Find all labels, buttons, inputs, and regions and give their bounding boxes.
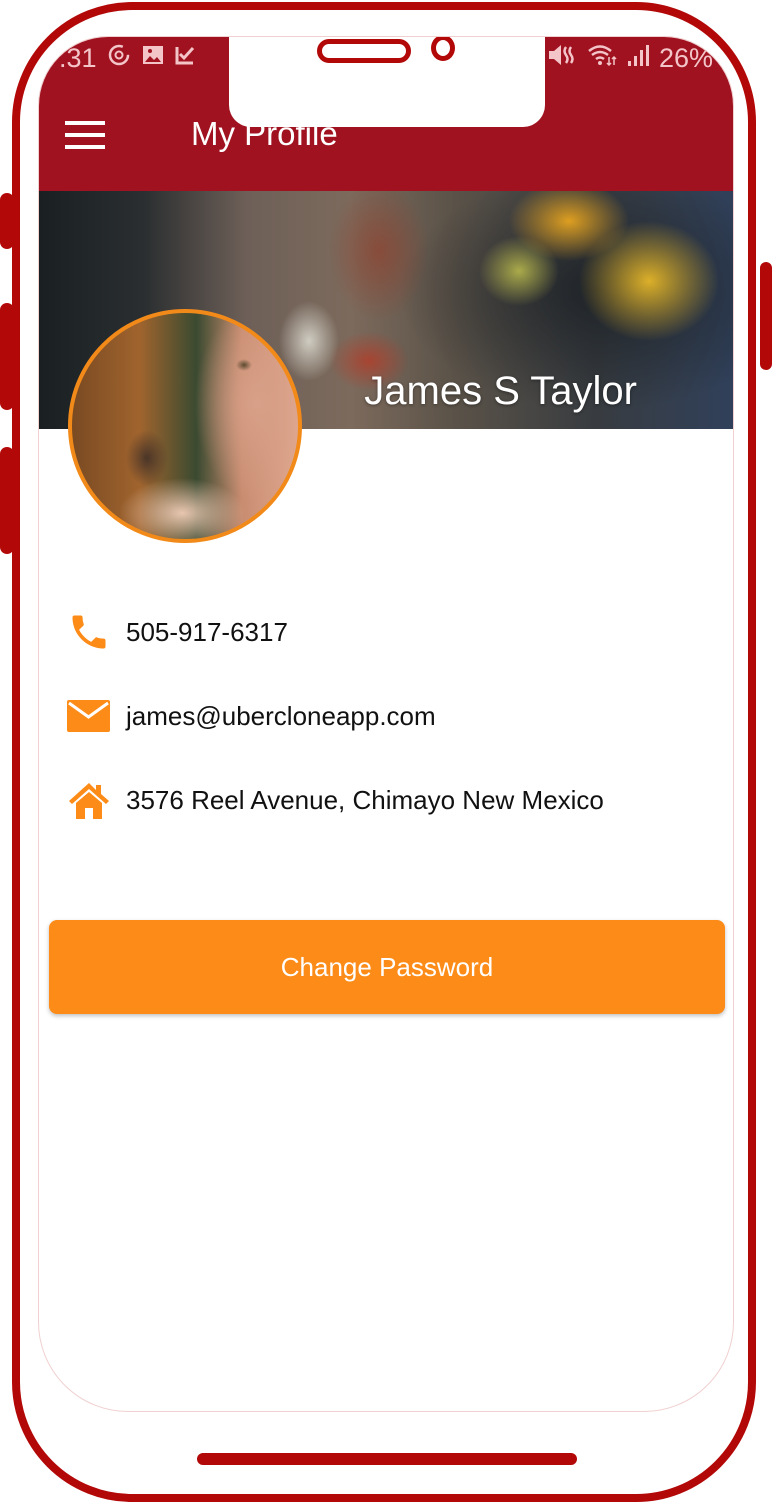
phone-icon — [67, 609, 113, 655]
address: 3576 Reel Avenue, Chimayo New Mexico — [126, 784, 604, 815]
mute-icon — [547, 43, 577, 74]
home-indicator[interactable] — [197, 1453, 577, 1465]
side-button-1 — [0, 193, 14, 249]
email-address: james@ubercloneapp.com — [126, 700, 436, 731]
status-time: .31 — [59, 43, 97, 73]
signal-icon — [627, 43, 649, 74]
sync-icon — [107, 43, 131, 74]
wifi-icon — [587, 43, 617, 74]
change-password-button[interactable]: Change Password — [49, 920, 725, 1014]
front-camera — [431, 37, 455, 61]
address-row[interactable]: 3576 Reel Avenue, Chimayo New Mexico — [67, 777, 604, 823]
side-button-2 — [0, 303, 14, 410]
email-row[interactable]: james@ubercloneapp.com — [67, 693, 436, 739]
phone-row[interactable]: 505-917-6317 — [67, 609, 288, 655]
profile-name: James S Taylor — [364, 369, 637, 413]
battery-level: 26% — [658, 43, 713, 73]
phone-number: 505-917-6317 — [126, 616, 288, 647]
image-icon — [141, 43, 165, 74]
notch — [229, 37, 545, 127]
hamburger-menu-icon[interactable] — [65, 121, 105, 149]
screen: .31 26% My Profile James S Taylor 505-91… — [38, 36, 734, 1412]
power-button — [760, 262, 772, 370]
speaker — [317, 39, 411, 63]
avatar[interactable] — [68, 309, 302, 543]
checkbox-icon — [175, 43, 195, 74]
side-button-3 — [0, 447, 14, 554]
email-icon — [67, 693, 113, 739]
page-title: My Profile — [191, 115, 338, 152]
app-bar: .31 26% My Profile — [39, 37, 733, 191]
home-icon — [67, 777, 113, 823]
